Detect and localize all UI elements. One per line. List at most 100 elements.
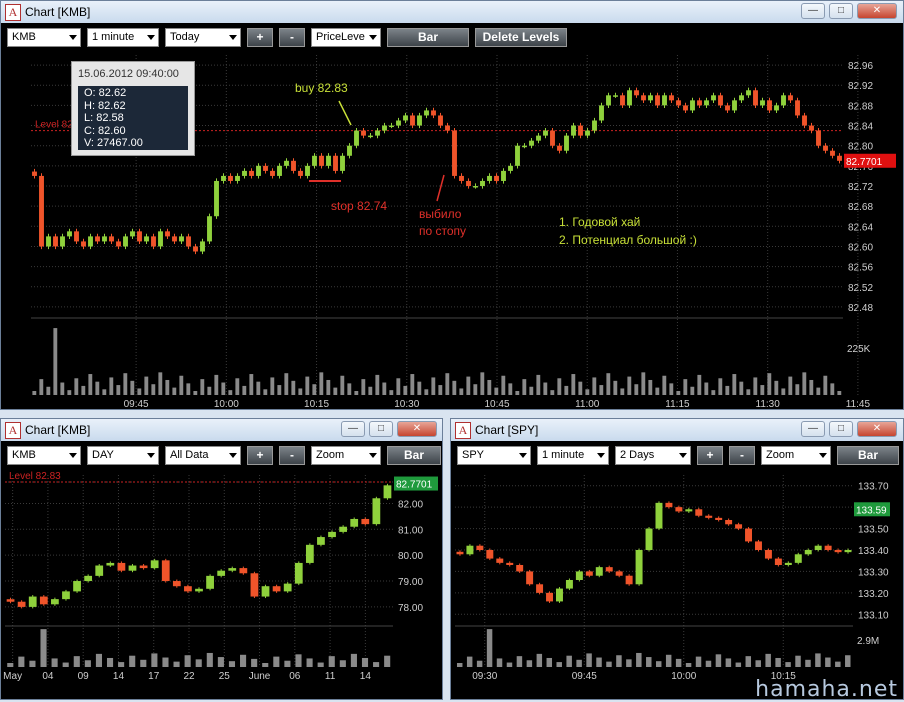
candle [745,528,753,542]
candle [837,155,842,161]
candle [158,231,163,247]
delete-levels-button[interactable]: Delete Levels [475,28,567,47]
interval-select[interactable]: 1 minute [87,28,159,47]
kmb-daily-titlebar[interactable]: A Chart [KMB] — □ ✕ [1,419,442,441]
candle [606,95,611,106]
range-select[interactable]: 2 Days [615,446,691,465]
main-titlebar[interactable]: A Chart [KMB] — □ ✕ [1,1,903,23]
symbol-select[interactable]: SPY [457,446,531,465]
tool-select[interactable]: Zoom [761,446,831,465]
zoom-out-button[interactable]: - [729,446,755,465]
zoom-in-button[interactable]: + [247,28,273,47]
kmb-daily-chart-canvas[interactable]: 78.0079.0080.0081.0082.0082.83May0409141… [1,469,442,699]
symbol-select[interactable]: KMB [7,28,81,47]
volume-bar [816,387,821,395]
candle [794,554,802,563]
volume-bar [683,379,688,395]
spy-titlebar[interactable]: A Chart [SPY] — □ ✕ [451,419,903,441]
volume-bar [669,383,674,395]
candle [74,231,79,242]
volume-bar [410,374,415,395]
x-tick-label: June [249,671,271,682]
volume-bar [256,381,261,395]
x-tick-label: 10:45 [484,399,509,409]
volume-bar [576,659,582,667]
volume-bar [697,374,702,395]
zoom-out-button[interactable]: - [279,28,305,47]
interval-select[interactable]: DAY [87,446,159,465]
volume-bar [522,379,527,395]
candle [128,565,137,571]
candle [635,550,643,585]
volume-bar [361,379,366,395]
volume-bar [606,661,612,667]
tooltip-volume: V: 27467.00 [84,137,143,149]
bar-type-button[interactable]: Bar [387,446,441,465]
volume-bar [347,383,352,395]
candle [824,545,832,550]
volume-bar [165,379,170,395]
tool-value: Zoom [316,449,345,461]
maximize-icon[interactable]: □ [369,421,393,437]
volume-bar [506,662,513,667]
minimize-icon[interactable]: — [341,421,365,437]
candle [788,95,793,101]
range-value: 2 Days [620,449,655,461]
volume-bar [620,388,625,395]
bar-type-button[interactable]: Bar [387,28,469,47]
volume-bar [616,655,622,667]
close-icon[interactable]: ✕ [397,421,437,437]
x-tick-label: 06 [289,671,301,682]
zoom-in-button[interactable]: + [697,446,723,465]
volume-bar [326,379,331,395]
symbol-select[interactable]: KMB [7,446,81,465]
app-logo-icon: A [5,4,21,21]
tool-select[interactable]: Zoom [311,446,381,465]
volume-bar [655,387,660,395]
volume-bar [262,663,269,667]
candle [214,180,219,217]
volume-bar [144,376,149,395]
volume-bar [781,388,786,395]
zoom-in-button[interactable]: + [247,446,273,465]
candle [804,550,812,555]
volume-bar [228,661,236,667]
volume-bar [516,656,523,667]
zoom-out-button[interactable]: - [279,446,305,465]
bar-type-button[interactable]: Bar [837,446,899,465]
minimize-icon[interactable]: — [801,421,825,437]
candle [784,562,792,565]
range-select[interactable]: All Data [165,446,241,465]
candle [501,170,506,181]
candle [284,160,289,166]
candle [625,575,633,585]
tool-select[interactable]: PriceLeve [311,28,381,47]
candle [543,130,548,136]
x-tick-label: 14 [360,671,372,682]
hit-annotation-line1: выбило [419,207,462,221]
interval-value: 1 minute [92,31,135,43]
close-icon[interactable]: ✕ [857,3,897,19]
volume-bar [373,662,380,667]
spy-chart-canvas[interactable]: 133.10133.20133.30133.40133.50133.60133.… [451,469,903,699]
volume-bar [746,389,751,395]
candle [445,125,450,131]
volume-bar [140,659,147,667]
volume-bar [606,373,611,395]
volume-bar [158,372,163,395]
maximize-icon[interactable]: □ [829,421,853,437]
volume-bar [95,653,102,667]
volume-bar [263,389,268,395]
volume-bar [424,389,429,395]
y-tick-label: 79.00 [398,577,423,588]
volume-bar [690,386,695,395]
range-select[interactable]: Today [165,28,241,47]
close-icon[interactable]: ✕ [857,421,897,437]
candle [312,155,317,166]
candle [291,160,296,171]
maximize-icon[interactable]: □ [829,3,853,19]
minimize-icon[interactable]: — [801,3,825,19]
candle [480,180,485,186]
y-tick-label: 78.00 [398,603,423,614]
interval-select[interactable]: 1 minute [537,446,609,465]
